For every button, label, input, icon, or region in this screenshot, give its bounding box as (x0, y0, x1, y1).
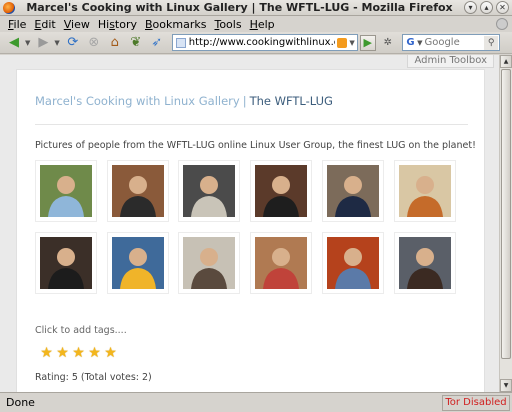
photo-image (40, 237, 92, 289)
photo-thumbnail[interactable] (322, 160, 384, 222)
firefox-icon (3, 1, 15, 14)
url-bar[interactable]: http://www.cookingwithlinux.com ▼ (171, 34, 358, 51)
bird-extension-icon[interactable]: ➶ (147, 34, 167, 52)
navigation-toolbar: ◀ ▼ ▶ ▼ ⟳ ⊗ ⌂ ❦ ➶ http://www.cookingwith… (0, 32, 512, 54)
back-history-dropdown[interactable]: ▼ (25, 39, 30, 47)
url-text[interactable]: http://www.cookingwithlinux.com (189, 37, 336, 48)
search-input[interactable] (424, 37, 485, 48)
add-tags-link[interactable]: Click to add tags.... (35, 325, 127, 336)
content-viewport: Marcel's Cooking with Linux Gallery | The … (0, 55, 512, 392)
menu-view[interactable]: View (60, 18, 94, 31)
photo-image (112, 165, 164, 217)
tor-status-button[interactable]: Tor Disabled (442, 394, 510, 411)
album-description: Pictures of people from the WFTL-LUG onl… (35, 140, 476, 151)
home-icon[interactable]: ⌂ (105, 34, 125, 52)
menu-bookmarks[interactable]: Bookmarks (141, 18, 210, 31)
back-arrow-icon[interactable]: ◀ (4, 34, 24, 52)
menu-file[interactable]: File (4, 18, 30, 31)
go-arrow-icon[interactable]: ▶ (359, 34, 376, 51)
star-icon[interactable]: ★ (71, 346, 86, 361)
photo-image (255, 237, 307, 289)
album-title: The WFTL-LUG (249, 94, 333, 108)
rss-feed-icon[interactable] (337, 37, 348, 48)
forward-history-dropdown[interactable]: ▼ (54, 39, 59, 47)
photo-image (40, 165, 92, 217)
search-box[interactable]: G ▼ ⚲ (401, 34, 500, 51)
stop-icon[interactable]: ⊗ (84, 34, 104, 52)
header-divider (35, 124, 468, 125)
menu-bar: File Edit View History Bookmarks Tools Help (0, 16, 512, 32)
leaf-bookmark-icon[interactable]: ❦ (126, 34, 146, 52)
search-engine-dropdown[interactable]: ▼ (417, 39, 422, 47)
photo-thumbnail[interactable] (322, 232, 384, 294)
url-dropdown-icon[interactable]: ▼ (349, 39, 354, 47)
photo-thumbnail[interactable] (178, 160, 240, 222)
menu-tools[interactable]: Tools (210, 18, 245, 31)
vertical-scrollbar[interactable]: ▲ ▼ (499, 55, 512, 392)
photo-thumbnail[interactable] (394, 232, 456, 294)
photo-image (183, 165, 235, 217)
photo-thumbnail[interactable] (35, 232, 97, 294)
close-button[interactable]: ✕ (496, 1, 509, 14)
photo-thumbnail[interactable] (394, 160, 456, 222)
photo-thumbnail[interactable] (250, 160, 312, 222)
reload-icon[interactable]: ⟳ (63, 34, 83, 52)
google-engine-icon[interactable]: G (404, 36, 417, 49)
scrollbar-thumb[interactable] (501, 69, 511, 359)
star-icon[interactable]: ★ (39, 346, 54, 361)
title-bar: Marcel's Cooking with Linux Gallery | Th… (0, 0, 512, 16)
admin-toolbox-tab[interactable]: Admin Toolbox (407, 55, 494, 68)
star-rating[interactable]: ★ ★ ★ ★ ★ (39, 346, 119, 361)
photo-thumbnail[interactable] (35, 160, 97, 222)
photo-image (399, 165, 451, 217)
forward-arrow-icon[interactable]: ▶ (33, 34, 53, 52)
menu-help[interactable]: Help (246, 18, 279, 31)
photo-image (183, 237, 235, 289)
maximize-button[interactable]: ▴ (480, 1, 493, 14)
photo-image (255, 165, 307, 217)
photo-image (112, 237, 164, 289)
gallery-page: Marcel's Cooking with Linux Gallery | The … (16, 69, 485, 392)
gallery-home-link[interactable]: Marcel's Cooking with Linux Gallery (35, 94, 240, 108)
window-title: Marcel's Cooking with Linux Gallery | Th… (26, 1, 453, 14)
menu-edit[interactable]: Edit (30, 18, 59, 31)
minimize-button[interactable]: ▾ (464, 1, 477, 14)
photo-image (399, 237, 451, 289)
photo-thumbnail[interactable] (250, 232, 312, 294)
photo-thumbnail[interactable] (107, 232, 169, 294)
site-favicon-icon (175, 37, 186, 48)
menu-history[interactable]: History (94, 18, 141, 31)
rating-summary: Rating: 5 (Total votes: 2) (35, 372, 152, 383)
status-bar: Done Tor Disabled (0, 392, 512, 412)
activity-throbber-icon (496, 18, 508, 30)
photo-image (327, 165, 379, 217)
paw-extension-icon[interactable]: ✲ (380, 35, 396, 51)
scroll-down-arrow-icon[interactable]: ▼ (500, 379, 512, 392)
photo-image (327, 237, 379, 289)
star-icon[interactable]: ★ (55, 346, 70, 361)
photo-thumbnail[interactable] (107, 160, 169, 222)
photo-thumbnail[interactable] (178, 232, 240, 294)
breadcrumb-separator: | (242, 94, 247, 108)
search-magnifier-icon[interactable]: ⚲ (484, 35, 498, 50)
star-icon[interactable]: ★ (103, 346, 118, 361)
status-text: Done (6, 396, 35, 409)
scroll-up-arrow-icon[interactable]: ▲ (500, 55, 512, 68)
star-icon[interactable]: ★ (87, 346, 102, 361)
breadcrumb: Marcel's Cooking with Linux Gallery | The … (35, 94, 333, 108)
